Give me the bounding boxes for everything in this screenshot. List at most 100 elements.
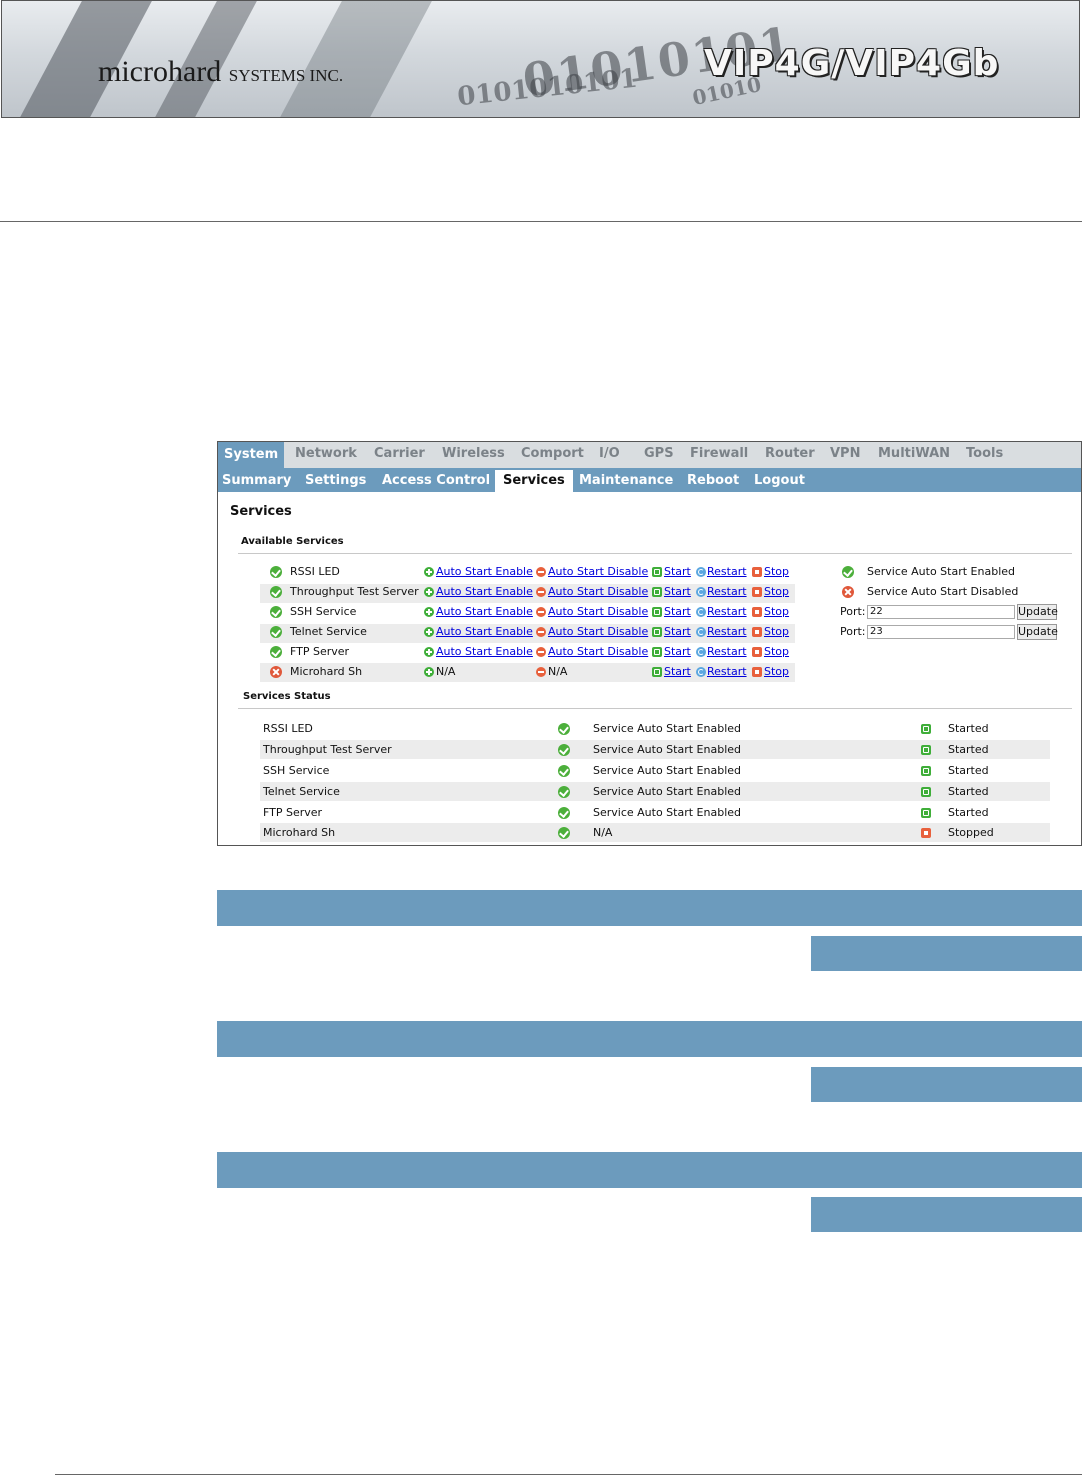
service-name: SSH Service — [290, 605, 357, 618]
restart-icon — [696, 567, 706, 577]
menu-io[interactable]: I/O — [599, 446, 620, 461]
start-link[interactable]: Start — [664, 565, 691, 578]
submenu-reboot[interactable]: Reboot — [687, 473, 739, 488]
start-link[interactable]: Start — [664, 585, 691, 598]
submenu-services[interactable]: Services — [495, 470, 573, 492]
start-icon — [652, 567, 662, 577]
plus-icon — [424, 667, 434, 677]
menu-gps[interactable]: GPS — [644, 446, 674, 461]
telnet-update-button[interactable]: Update — [1017, 624, 1058, 640]
auto-start-disable-na: N/A — [548, 665, 568, 678]
stop-link[interactable]: Stop — [764, 665, 789, 678]
menu-vpn[interactable]: VPN — [830, 446, 860, 461]
restart-link[interactable]: Restart — [707, 585, 747, 598]
plus-icon — [424, 647, 434, 657]
auto-start-enable-link[interactable]: Auto Start Enable — [436, 565, 533, 578]
submenu-access-control[interactable]: Access Control — [382, 473, 490, 488]
legend-enabled: Service Auto Start Enabled — [867, 565, 1016, 578]
check-icon — [558, 807, 570, 819]
plus-icon — [424, 627, 434, 637]
auto-start-enable-link[interactable]: Auto Start Enable — [436, 605, 533, 618]
auto-start-disable-link[interactable]: Auto Start Disable — [548, 605, 648, 618]
menu-wireless[interactable]: Wireless — [442, 446, 505, 461]
auto-start-disable-link[interactable]: Auto Start Disable — [548, 625, 648, 638]
legend-disabled: Service Auto Start Disabled — [867, 585, 1019, 598]
telnet-port-input[interactable]: 23 — [867, 625, 1015, 639]
table-header-bar — [217, 1021, 1082, 1057]
status-auto-start: Service Auto Start Enabled — [593, 722, 742, 735]
restart-icon — [696, 607, 706, 617]
service-name: Telnet Service — [290, 625, 367, 638]
restart-icon — [696, 587, 706, 597]
stop-link[interactable]: Stop — [764, 605, 789, 618]
menu-system[interactable]: System — [218, 442, 285, 468]
company-name: microhard — [98, 55, 222, 88]
check-icon — [558, 765, 570, 777]
stop-link[interactable]: Stop — [764, 625, 789, 638]
status-state: Started — [948, 806, 989, 819]
restart-link[interactable]: Restart — [707, 565, 747, 578]
service-name: Throughput Test Server — [290, 585, 419, 598]
status-auto-start: Service Auto Start Enabled — [593, 764, 742, 777]
status-service-name: SSH Service — [263, 764, 330, 777]
submenu-logout[interactable]: Logout — [754, 473, 805, 488]
status-state: Stopped — [948, 826, 994, 839]
table-default-bar — [811, 1197, 1082, 1232]
company-suffix: SYSTEMS INC. — [228, 66, 344, 85]
start-icon — [652, 647, 662, 657]
check-icon — [558, 827, 570, 839]
auto-start-enable-link[interactable]: Auto Start Enable — [436, 585, 533, 598]
telnet-port-label: Port: — [840, 625, 866, 638]
check-icon — [270, 626, 282, 638]
menu-network[interactable]: Network — [295, 446, 357, 461]
submenu-settings[interactable]: Settings — [305, 473, 366, 488]
start-icon — [921, 745, 931, 755]
status-state: Started — [948, 764, 989, 777]
auto-start-disable-link[interactable]: Auto Start Disable — [548, 585, 648, 598]
menu-multiwan[interactable]: MultiWAN — [878, 446, 950, 461]
start-icon — [652, 667, 662, 677]
menu-firewall[interactable]: Firewall — [690, 446, 748, 461]
minus-icon — [536, 647, 546, 657]
status-state: Started — [948, 743, 989, 756]
start-link[interactable]: Start — [664, 625, 691, 638]
check-icon — [270, 646, 282, 658]
menu-comport[interactable]: Comport — [521, 446, 584, 461]
submenu-summary[interactable]: Summary — [222, 473, 291, 488]
stop-icon — [752, 587, 762, 597]
restart-link[interactable]: Restart — [707, 665, 747, 678]
start-link[interactable]: Start — [664, 665, 691, 678]
restart-link[interactable]: Restart — [707, 605, 747, 618]
menu-tools[interactable]: Tools — [966, 446, 1003, 461]
auto-start-enable-link[interactable]: Auto Start Enable — [436, 645, 533, 658]
status-state: Started — [948, 785, 989, 798]
stop-link[interactable]: Stop — [764, 645, 789, 658]
plus-icon — [424, 567, 434, 577]
restart-link[interactable]: Restart — [707, 625, 747, 638]
stop-icon — [752, 567, 762, 577]
start-link[interactable]: Start — [664, 645, 691, 658]
status-service-name: FTP Server — [263, 806, 323, 819]
check-icon — [842, 566, 854, 578]
status-auto-start: N/A — [593, 826, 613, 839]
auto-start-disable-link[interactable]: Auto Start Disable — [548, 565, 648, 578]
submenu-maintenance[interactable]: Maintenance — [579, 473, 673, 488]
header-banner: 01010101 0101010101 01010 microhard SYST… — [1, 0, 1080, 118]
x-circle-icon — [842, 586, 854, 598]
stop-link[interactable]: Stop — [764, 565, 789, 578]
ssh-update-button[interactable]: Update — [1017, 604, 1058, 620]
plus-icon — [424, 587, 434, 597]
minus-icon — [536, 567, 546, 577]
auto-start-disable-link[interactable]: Auto Start Disable — [548, 645, 648, 658]
menu-carrier[interactable]: Carrier — [374, 446, 425, 461]
service-name: Microhard Sh — [290, 665, 363, 678]
table-default-bar — [811, 936, 1082, 971]
start-link[interactable]: Start — [664, 605, 691, 618]
ssh-port-input[interactable]: 22 — [867, 605, 1015, 619]
restart-icon — [696, 667, 706, 677]
restart-link[interactable]: Restart — [707, 645, 747, 658]
stop-link[interactable]: Stop — [764, 585, 789, 598]
menu-router[interactable]: Router — [765, 446, 815, 461]
auto-start-enable-link[interactable]: Auto Start Enable — [436, 625, 533, 638]
plus-icon — [424, 607, 434, 617]
